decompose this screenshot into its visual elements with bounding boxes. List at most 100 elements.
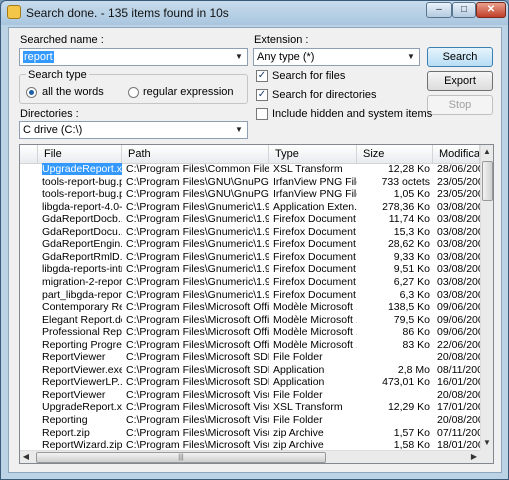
- file-cell-text: GdaReportDocb...: [42, 213, 122, 226]
- table-row[interactable]: UpgradeReport.xslt C:\Program Files\Micro…: [20, 401, 480, 413]
- size-cell: [357, 351, 433, 363]
- modification-cell-text: 20/08/200: [437, 388, 480, 401]
- all-words-radio[interactable]: [26, 87, 37, 98]
- scroll-down-icon[interactable]: ▼: [481, 436, 493, 450]
- column-header-path[interactable]: Path: [122, 145, 269, 163]
- size-cell: 11,74 Ko: [357, 213, 433, 225]
- path-cell: C:\Program Files\Gnumeric\1.9.1...: [122, 251, 269, 263]
- scroll-right-icon[interactable]: ▶: [468, 450, 480, 463]
- size-cell: 79,5 Ko: [357, 314, 433, 326]
- table-row[interactable]: libgda-reports-intr... C:\Program Files\G…: [20, 263, 480, 275]
- close-button[interactable]: ✕: [476, 2, 506, 18]
- searched-name-value[interactable]: report: [23, 51, 54, 63]
- minimize-button[interactable]: –: [426, 2, 452, 18]
- column-header-file[interactable]: File: [38, 145, 122, 163]
- modification-cell-text: 20/08/200: [437, 351, 480, 364]
- modification-cell-text: 03/08/200: [437, 213, 480, 226]
- search-directories-label[interactable]: Search for directories: [272, 89, 377, 101]
- all-words-label[interactable]: all the words: [42, 86, 104, 98]
- row-icon-cell: [20, 176, 38, 188]
- table-row[interactable]: libgda-report-4.0-... C:\Program Files\Gn…: [20, 201, 480, 213]
- table-row[interactable]: UpgradeReport.xslt C:\Program Files\Commo…: [20, 163, 480, 175]
- modification-cell: 03/08/200: [433, 263, 480, 275]
- path-cell: C:\Program Files\Microsoft SDKs\...: [122, 351, 269, 363]
- row-icon-cell: [20, 301, 38, 313]
- searched-name-combo[interactable]: report ▼: [19, 48, 248, 66]
- table-row[interactable]: tools-report-bug.p... C:\Program Files\GN…: [20, 188, 480, 200]
- table-row[interactable]: part_libgda-report... C:\Program Files\Gn…: [20, 289, 480, 301]
- size-cell-text: 1,57 Ko: [393, 426, 430, 439]
- extension-combo[interactable]: Any type (*) ▼: [253, 48, 420, 66]
- table-row[interactable]: ReportViewer C:\Program Files\Microsoft S…: [20, 351, 480, 363]
- column-header-size[interactable]: Size: [357, 145, 433, 163]
- chevron-down-icon[interactable]: ▼: [233, 51, 245, 63]
- scroll-left-icon[interactable]: ◀: [20, 450, 32, 463]
- file-cell-text: libgda-report-4.0-...: [42, 200, 122, 213]
- size-cell: 6,3 Ko: [357, 289, 433, 301]
- table-row[interactable]: ReportViewerLP.... C:\Program Files\Micro…: [20, 376, 480, 388]
- results-list[interactable]: File Path Type Size Modificatio UpgradeR…: [19, 144, 494, 464]
- table-row[interactable]: migration-2-report... C:\Program Files\Gn…: [20, 276, 480, 288]
- table-row[interactable]: Reporting C:\Program Files\Microsoft Visu…: [20, 414, 480, 426]
- window-title: Search done. - 135 items found in 10s: [26, 6, 229, 20]
- path-cell-text: C:\Program Files\Gnumeric\1.9.1...: [126, 275, 269, 288]
- search-button[interactable]: Search: [427, 47, 493, 67]
- regex-radio[interactable]: [128, 87, 139, 98]
- search-files-label[interactable]: Search for files: [272, 70, 345, 82]
- type-cell-text: Modèle Microsoft ...: [273, 326, 357, 339]
- row-icon-cell: [20, 201, 38, 213]
- horizontal-scroll-thumb[interactable]: |||: [36, 452, 326, 463]
- size-cell: 9,33 Ko: [357, 251, 433, 263]
- file-cell: GdaReportRmlD...: [38, 251, 122, 263]
- export-button[interactable]: Export: [427, 71, 493, 91]
- directories-combo[interactable]: C drive (C:\) ▼: [19, 121, 248, 139]
- size-cell: [357, 389, 433, 401]
- file-cell: UpgradeReport.xslt: [38, 401, 122, 413]
- path-cell-text: C:\Program Files\Microsoft SDKs\...: [126, 363, 269, 376]
- table-row[interactable]: Contemporary Re... C:\Program Files\Micro…: [20, 301, 480, 313]
- table-row[interactable]: Reporting Progre... C:\Program Files\Micr…: [20, 339, 480, 351]
- size-cell-text: 6,3 Ko: [399, 288, 430, 301]
- include-hidden-checkbox[interactable]: [256, 108, 268, 120]
- table-row[interactable]: GdaReportEngin... C:\Program Files\Gnumer…: [20, 238, 480, 250]
- stop-button[interactable]: Stop: [427, 95, 493, 115]
- table-row[interactable]: GdaReportDocb... C:\Program Files\Gnumeri…: [20, 213, 480, 225]
- scroll-up-icon[interactable]: ▲: [481, 145, 493, 159]
- chevron-down-icon[interactable]: ▼: [405, 51, 417, 63]
- column-header-modification[interactable]: Modificatio: [433, 145, 480, 163]
- row-icon-cell: [20, 188, 38, 200]
- size-cell-text: 12,29 Ko: [387, 401, 430, 414]
- row-icon-cell: [20, 339, 38, 351]
- table-row[interactable]: Report.zip C:\Program Files\Microsoft Vis…: [20, 427, 480, 439]
- vertical-scrollbar[interactable]: ▲ ▼: [480, 145, 493, 450]
- search-directories-checkbox[interactable]: ✓: [256, 89, 268, 101]
- regex-label[interactable]: regular expression: [143, 86, 234, 98]
- search-files-checkbox[interactable]: ✓: [256, 70, 268, 82]
- include-hidden-label[interactable]: Include hidden and system items: [272, 108, 432, 120]
- row-icon-cell: [20, 213, 38, 225]
- table-row[interactable]: Professional Rep... C:\Program Files\Micr…: [20, 326, 480, 338]
- path-cell-text: C:\Program Files\Microsoft Office...: [126, 313, 269, 326]
- type-cell: IrfanView PNG File: [269, 176, 357, 188]
- column-header-type[interactable]: Type: [269, 145, 357, 163]
- path-cell: C:\Program Files\Microsoft Office...: [122, 339, 269, 351]
- table-row[interactable]: Elegant Report.dot C:\Program Files\Micro…: [20, 314, 480, 326]
- title-bar[interactable]: Search done. - 135 items found in 10s – …: [1, 1, 508, 25]
- path-cell-text: C:\Program Files\Gnumeric\1.9.1...: [126, 288, 269, 301]
- table-row[interactable]: GdaReportDocu... C:\Program Files\Gnumeri…: [20, 226, 480, 238]
- size-cell: 278,36 Ko: [357, 201, 433, 213]
- maximize-button[interactable]: □: [452, 2, 476, 18]
- table-row[interactable]: ReportViewer.exe C:\Program Files\Microso…: [20, 364, 480, 376]
- table-row[interactable]: tools-report-bug.p... C:\Program Files\GN…: [20, 176, 480, 188]
- type-cell-text: Modèle Microsoft ...: [273, 313, 357, 326]
- vertical-scroll-thumb[interactable]: [482, 161, 493, 201]
- modification-cell: 03/08/200: [433, 276, 480, 288]
- path-cell-text: C:\Program Files\Microsoft SDKs\...: [126, 376, 269, 389]
- table-row[interactable]: GdaReportRmlD... C:\Program Files\Gnumeri…: [20, 251, 480, 263]
- file-cell-text: tools-report-bug.p...: [42, 188, 122, 201]
- horizontal-scrollbar[interactable]: ◀ ||| ▶: [20, 450, 480, 463]
- table-row[interactable]: ReportViewer C:\Program Files\Microsoft V…: [20, 389, 480, 401]
- file-cell-text: Elegant Report.dot: [42, 313, 122, 326]
- type-cell-text: IrfanView PNG File: [273, 175, 357, 188]
- chevron-down-icon[interactable]: ▼: [233, 124, 245, 136]
